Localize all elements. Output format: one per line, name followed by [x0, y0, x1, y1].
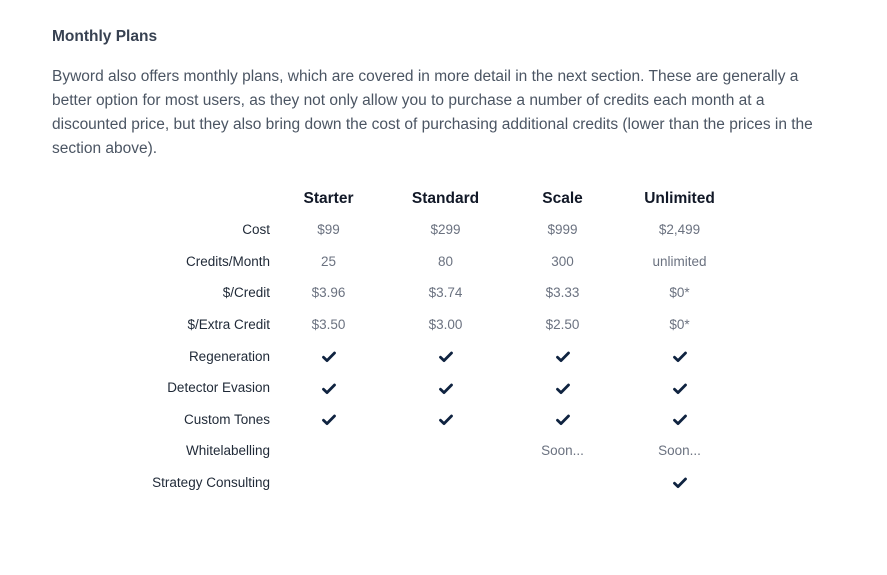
- cell-unlimited: $2,499: [658, 222, 701, 238]
- cell-scale: [504, 467, 621, 499]
- checkmark-icon: [321, 383, 336, 395]
- table-header-row: Starter Standard Scale Unlimited: [120, 184, 738, 214]
- row-label: Credits/Month: [185, 253, 270, 269]
- cell-unlimited: Soon...: [658, 443, 701, 459]
- cell-standard: [387, 435, 504, 467]
- section-description: Byword also offers monthly plans, which …: [52, 68, 813, 157]
- column-header-standard: Standard: [411, 190, 480, 207]
- cell-unlimited: $0*: [669, 317, 690, 333]
- cell-standard: $3.00: [428, 317, 463, 333]
- cell-scale: 300: [551, 253, 574, 269]
- cell-unlimited: unlimited: [652, 253, 707, 269]
- cell-unlimited: [621, 340, 738, 372]
- cell-standard: [387, 340, 504, 372]
- cell-unlimited: [621, 372, 738, 404]
- column-header-starter: Starter: [303, 190, 354, 207]
- column-header-scale: Scale: [542, 190, 583, 207]
- table-row: Credits/Month 25 80 300 unlimited: [120, 246, 738, 278]
- cell-standard: 80: [437, 253, 454, 269]
- cell-unlimited: [621, 404, 738, 436]
- cell-starter: [270, 435, 387, 467]
- row-label: $/Credit: [222, 285, 270, 301]
- cell-starter: [270, 372, 387, 404]
- row-label: Strategy Consulting: [152, 475, 270, 491]
- table-row: Strategy Consulting: [120, 467, 738, 499]
- checkmark-icon: [672, 477, 687, 489]
- table-row: Cost $99 $299 $999 $2,499: [120, 214, 738, 246]
- cell-scale: [504, 404, 621, 436]
- cell-starter: 25: [320, 253, 337, 269]
- table-body: Cost $99 $299 $999 $2,499 Credits/Month 25 80 30…: [120, 214, 738, 498]
- table-row: Custom Tones: [120, 404, 738, 436]
- cell-standard: [387, 467, 504, 499]
- cell-scale: Soon...: [541, 443, 584, 459]
- cell-starter: $3.50: [311, 317, 346, 333]
- cell-standard: [387, 372, 504, 404]
- cell-scale: $3.33: [545, 285, 580, 301]
- cell-scale: [504, 340, 621, 372]
- checkmark-icon: [672, 383, 687, 395]
- row-label: Whitelabelling: [185, 443, 270, 459]
- table-row: $/Extra Credit $3.50 $3.00 $2.50 $0*: [120, 309, 738, 341]
- section-title: Monthly Plans: [52, 28, 158, 45]
- checkmark-icon: [438, 351, 453, 363]
- checkmark-icon: [555, 351, 570, 363]
- cell-starter: [270, 467, 387, 499]
- checkmark-icon: [438, 383, 453, 395]
- checkmark-icon: [438, 414, 453, 426]
- checkmark-icon: [672, 351, 687, 363]
- cell-scale: $2.50: [545, 317, 580, 333]
- table-row: Regeneration: [120, 340, 738, 372]
- column-header-unlimited: Unlimited: [644, 190, 715, 207]
- table-row: Detector Evasion: [120, 372, 738, 404]
- row-label: Detector Evasion: [167, 380, 270, 396]
- header-empty: [120, 184, 270, 214]
- row-label: Cost: [242, 222, 270, 238]
- checkmark-icon: [321, 414, 336, 426]
- cell-scale: [504, 372, 621, 404]
- row-label: Regeneration: [188, 348, 270, 364]
- cell-starter: $3.96: [311, 285, 346, 301]
- checkmark-icon: [321, 351, 336, 363]
- cell-standard: [387, 404, 504, 436]
- cell-standard: $299: [430, 222, 461, 238]
- checkmark-icon: [672, 414, 687, 426]
- cell-standard: $3.74: [428, 285, 463, 301]
- checkmark-icon: [555, 383, 570, 395]
- checkmark-icon: [555, 414, 570, 426]
- cell-starter: [270, 404, 387, 436]
- table-row: $/Credit $3.96 $3.74 $3.33 $0*: [120, 277, 738, 309]
- cell-scale: $999: [547, 222, 578, 238]
- cell-unlimited: $0*: [669, 285, 690, 301]
- plans-comparison-table: Starter Standard Scale Unlimited Cost $99…: [120, 184, 738, 498]
- table-row: Whitelabelling Soon... Soon...: [120, 435, 738, 467]
- row-label: Custom Tones: [183, 411, 270, 427]
- row-label: $/Extra Credit: [187, 317, 270, 333]
- cell-starter: $99: [317, 222, 340, 238]
- cell-unlimited: [621, 467, 738, 499]
- cell-starter: [270, 340, 387, 372]
